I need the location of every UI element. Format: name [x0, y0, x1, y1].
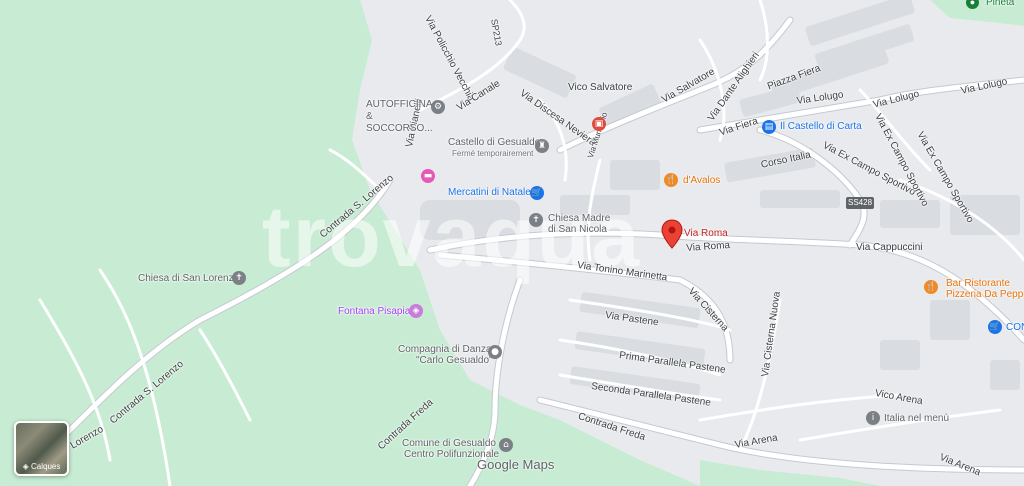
town-hall-icon[interactable]: ⌂	[499, 438, 513, 452]
poi-label-chiesa-san-lorenzo[interactable]: Chiesa di San Lorenzo	[138, 273, 239, 285]
poi-label-con[interactable]: CON	[1006, 322, 1024, 334]
church-icon[interactable]: ✝	[529, 213, 543, 227]
poi-label-autofficina[interactable]: AUTOFFICINA & SOCCORSO...	[366, 99, 433, 135]
poi-label-mercatini[interactable]: Mercatini di Natale	[448, 187, 531, 199]
layers-button[interactable]: ◈ Calques	[14, 421, 69, 476]
shopping-cart-icon[interactable]: 🛒	[988, 320, 1002, 334]
restaurant-icon[interactable]: 🍴	[664, 173, 678, 187]
shopping-icon[interactable]: ▣	[592, 117, 606, 131]
castle-icon[interactable]: ♜	[535, 139, 549, 153]
street-label: Vico Salvatore	[568, 82, 633, 93]
dance-school-icon[interactable]: ●	[488, 345, 502, 359]
poi-label-castello-di-carta[interactable]: Il Castello di Carta	[780, 121, 862, 133]
selected-place-label[interactable]: Via Roma	[684, 228, 728, 240]
fountain-icon[interactable]: ◈	[409, 304, 423, 318]
layers-icon: ◈	[22, 462, 31, 471]
poi-label-compagnia-danza-2[interactable]: "Carlo Gesualdo"	[416, 355, 493, 367]
info-icon[interactable]: i	[866, 411, 880, 425]
repair-shop-icon[interactable]: ⚙	[431, 100, 445, 114]
street-label: Via Cappuccini	[856, 242, 923, 253]
shopping-cart-icon[interactable]: 🛒	[530, 186, 544, 200]
church-icon[interactable]: ✝	[232, 271, 246, 285]
road-shield-ss428: SS428	[846, 197, 875, 209]
lodging-icon[interactable]: ▬	[421, 169, 435, 183]
layers-label: ◈ Calques	[22, 462, 61, 471]
google-maps-logo: Google Maps	[477, 457, 555, 472]
bar-restaurant-icon[interactable]: 🍴	[924, 280, 938, 294]
poi-label-pineta[interactable]: Pineta	[986, 0, 1014, 9]
bookstore-icon[interactable]: ▤	[762, 120, 776, 134]
poi-label-italia-nel-menu[interactable]: Italia nel menù	[884, 413, 949, 425]
poi-label-chiesa-madre-2[interactable]: di San Nicola	[548, 224, 607, 236]
poi-label-davalos[interactable]: d'Avalos	[683, 175, 720, 187]
poi-label-bar-ristorante-2[interactable]: Pizzeria Da Peppino	[946, 289, 1024, 301]
poi-label-fontana-pisapia[interactable]: Fontana Pisapia	[338, 306, 410, 318]
poi-status-castello: Fermé temporairement	[452, 149, 534, 158]
